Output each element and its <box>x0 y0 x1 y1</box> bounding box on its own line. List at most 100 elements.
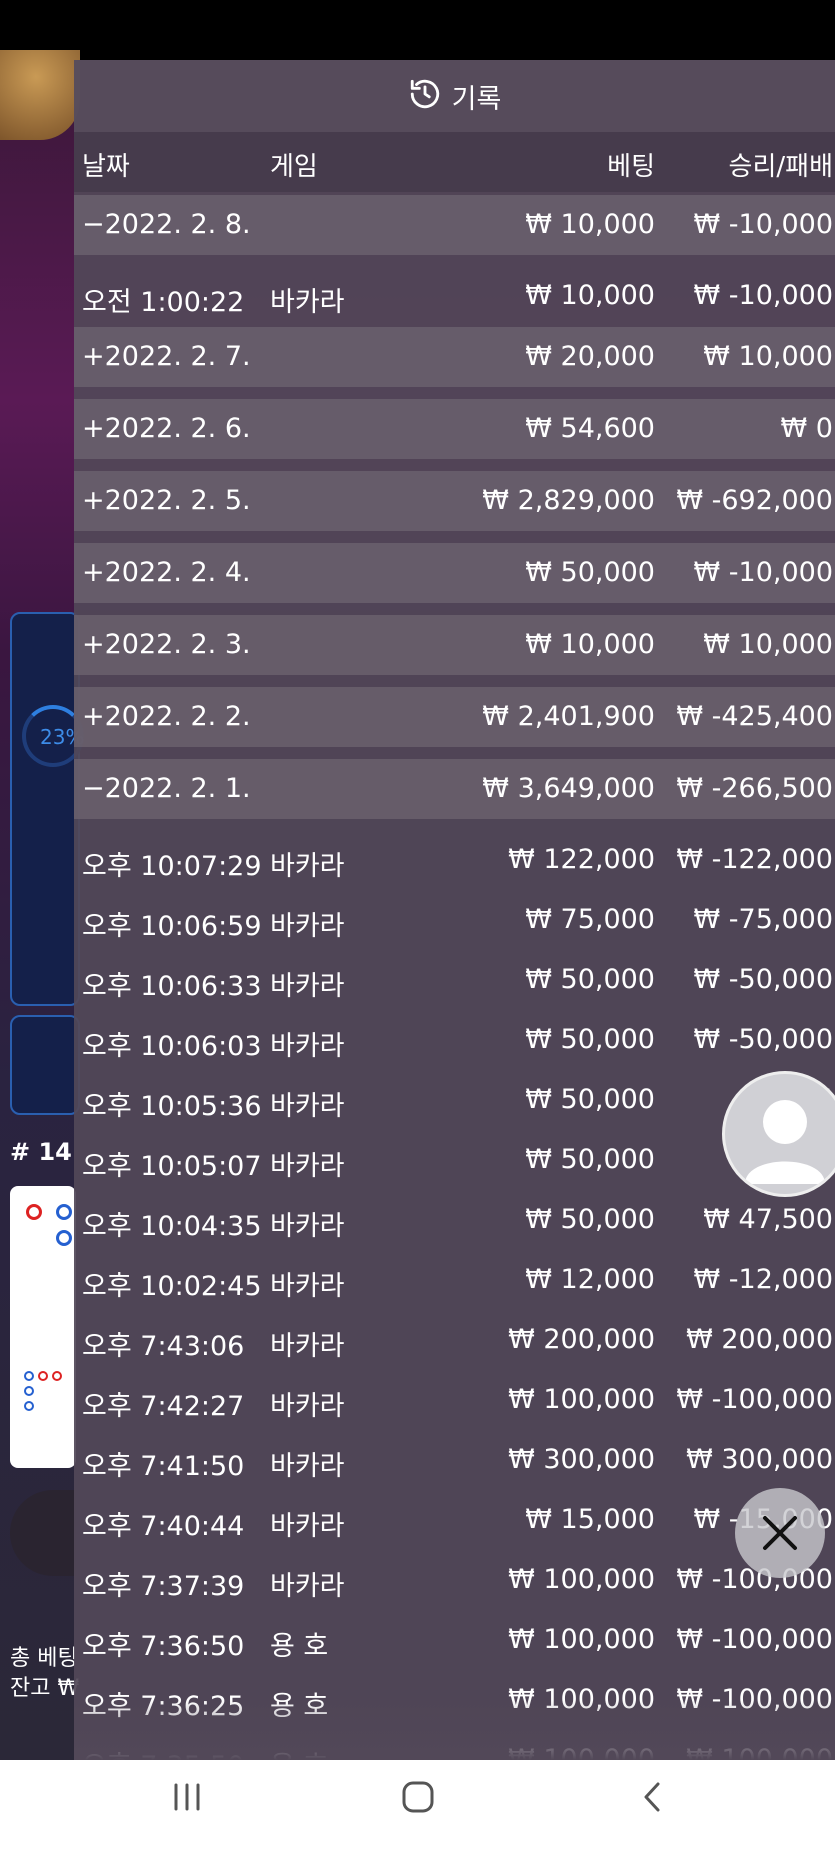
coin-decoration <box>0 50 80 140</box>
history-panel: 기록 날짜 게임 베팅 승리/패배 −2022. 2. 8. ₩ 10,000 ₩ … <box>74 60 835 1760</box>
cell-bet: ₩ 20,000 <box>525 341 655 372</box>
cell-date: +2022. 2. 2. <box>82 701 251 732</box>
cell-result: ₩ -425,400 <box>676 701 833 732</box>
cell-game: 바카라 <box>270 1031 345 1062</box>
balance-label: 잔고 ₩ <box>10 1676 80 1701</box>
history-item-row[interactable]: 오후 10:04:35 바카라 ₩ 50,000 ₩ 47,500 <box>74 1191 835 1251</box>
cell-result: ₩ -75,000 <box>693 904 834 935</box>
history-date-row[interactable]: +2022. 2. 4. ₩ 50,000 ₩ -10,000 <box>74 543 835 603</box>
cell-date: −2022. 2. 1. <box>82 773 251 804</box>
cell-bet: ₩ 50,000 <box>525 1084 655 1115</box>
history-item-row[interactable]: 오후 7:40:44바카라₩ 15,000₩ -15,000 <box>74 1491 835 1551</box>
cell-game: 바카라 <box>270 1571 345 1602</box>
cell-bet: ₩ 2,401,900 <box>482 701 655 732</box>
cell-bet: ₩ 10,000 <box>525 629 655 660</box>
history-date-row[interactable]: −2022. 2. 8. ₩ 10,000 ₩ -10,000 <box>74 195 835 255</box>
cell-bet: ₩ 75,000 <box>525 904 655 935</box>
cell-bet: ₩ 100,000 <box>508 1564 655 1595</box>
cell-date: 오후 10:05:07 <box>82 1151 262 1182</box>
column-game: 게임 <box>270 152 318 182</box>
cell-result: ₩ 10,000 <box>703 341 833 372</box>
cell-bet: ₩ 12,000 <box>525 1264 655 1295</box>
cell-date: +2022. 2. 7. <box>82 341 251 372</box>
history-item-row[interactable]: 오후 10:06:03 바카라 ₩ 50,000 ₩ -50,000 <box>74 1011 835 1071</box>
scroll-fade <box>74 1700 835 1760</box>
cell-date: +2022. 2. 3. <box>82 629 251 660</box>
bet-option-card[interactable] <box>10 1015 80 1115</box>
cell-bet: ₩ 100,000 <box>508 1624 655 1655</box>
close-button[interactable] <box>735 1488 825 1578</box>
cell-bet: ₩ 100,000 <box>508 1384 655 1415</box>
round-number: # 14 <box>10 1138 72 1166</box>
cell-result: ₩ -100,000 <box>676 1384 833 1415</box>
cell-bet: ₩ 3,649,000 <box>482 773 655 804</box>
cell-game: 바카라 <box>270 1391 345 1422</box>
history-title: 기록 <box>451 83 502 115</box>
history-titlebar: 기록 <box>74 60 835 132</box>
back-icon[interactable] <box>636 1780 670 1818</box>
roadmap-board <box>10 1186 76 1468</box>
total-bet-label: 총 베팅 <box>10 1646 78 1671</box>
history-item-row[interactable]: 오후 7:36:50 용 호 ₩ 100,000 ₩ -100,000 <box>74 1611 835 1671</box>
history-date-row[interactable]: +2022. 2. 7. ₩ 20,000 ₩ 10,000 <box>74 327 835 387</box>
history-item-row[interactable]: 오후 7:41:50 바카라 ₩ 300,000 ₩ 300,000 <box>74 1431 835 1491</box>
history-date-row[interactable]: +2022. 2. 2. ₩ 2,401,900 ₩ -425,400 <box>74 687 835 747</box>
cell-result: ₩ -122,000 <box>676 844 833 875</box>
history-item-row[interactable]: 오전 1:00:22 바카라 ₩ 10,000 ₩ -10,000 <box>74 267 835 327</box>
cell-date: 오후 10:02:45 <box>82 1271 262 1302</box>
cell-bet: ₩ 200,000 <box>508 1324 655 1355</box>
cell-date: 오후 7:40:44 <box>82 1511 245 1542</box>
cell-game: 바카라 <box>270 1151 345 1182</box>
cell-bet: ₩ 50,000 <box>525 1144 655 1175</box>
history-date-row[interactable]: +2022. 2. 5. ₩ 2,829,000 ₩ -692,000 <box>74 471 835 531</box>
cell-game: 바카라 <box>270 911 345 942</box>
bet-info-card <box>10 612 80 1006</box>
status-bar <box>0 0 835 60</box>
history-item-row[interactable]: 오후 10:06:59 바카라 ₩ 75,000 ₩ -75,000 <box>74 891 835 951</box>
history-item-row[interactable]: 오후 7:42:27 바카라 ₩ 100,000 ₩ -100,000 <box>74 1371 835 1431</box>
cell-bet: ₩ 50,000 <box>525 964 655 995</box>
cell-date: +2022. 2. 6. <box>82 413 251 444</box>
cell-result: ₩ -266,500 <box>676 773 833 804</box>
cell-bet: ₩ 54,600 <box>525 413 655 444</box>
cell-result: ₩ -12,000 <box>693 1264 834 1295</box>
cell-date: −2022. 2. 8. <box>82 209 251 240</box>
history-date-row[interactable]: +2022. 2. 3. ₩ 10,000 ₩ 10,000 <box>74 615 835 675</box>
history-item-row[interactable]: 오후 10:02:45 바카라 ₩ 12,000 ₩ -12,000 <box>74 1251 835 1311</box>
cell-date: 오후 10:07:29 <box>82 851 262 882</box>
cell-game: 바카라 <box>270 1331 345 1362</box>
history-table-header: 날짜 게임 베팅 승리/패배 <box>74 132 835 192</box>
history-icon <box>408 77 442 115</box>
history-item-row[interactable]: 오후 10:05:07바카라₩ 50,000₩ <box>74 1131 835 1191</box>
cell-date: +2022. 2. 4. <box>82 557 251 588</box>
column-result: 승리/패배 <box>728 152 833 182</box>
cell-date: 오후 10:06:59 <box>82 911 262 942</box>
cell-result: ₩ 300,000 <box>686 1444 833 1475</box>
cell-game: 바카라 <box>270 1271 345 1302</box>
cell-bet: ₩ 122,000 <box>508 844 655 875</box>
cell-date: 오후 10:04:35 <box>82 1211 262 1242</box>
cell-date: 오후 7:42:27 <box>82 1391 245 1422</box>
cell-bet: ₩ 300,000 <box>508 1444 655 1475</box>
cell-result: ₩ 10,000 <box>703 629 833 660</box>
history-item-row[interactable]: 오후 7:37:39 바카라 ₩ 100,000 ₩ -100,000 <box>74 1551 835 1611</box>
history-item-row[interactable]: 오후 10:05:36바카라₩ 50,000₩ -5 <box>74 1071 835 1131</box>
home-icon[interactable] <box>401 1780 435 1818</box>
history-item-row[interactable]: 오후 7:43:06 바카라 ₩ 200,000 ₩ 200,000 <box>74 1311 835 1371</box>
history-date-row[interactable]: +2022. 2. 6. ₩ 54,600 ₩ 0 <box>74 399 835 459</box>
history-table-body: −2022. 2. 8. ₩ 10,000 ₩ -10,000 오전 1:00:22 바… <box>74 195 835 1760</box>
cell-date: 오후 7:43:06 <box>82 1331 245 1362</box>
cell-game: 바카라 <box>270 1091 345 1122</box>
close-icon <box>763 1516 797 1550</box>
history-item-row[interactable]: 오후 10:07:29 바카라 ₩ 122,000 ₩ -122,000 <box>74 831 835 891</box>
cell-date: 오전 1:00:22 <box>82 287 245 318</box>
history-item-row[interactable]: 오후 10:06:33 바카라 ₩ 50,000 ₩ -50,000 <box>74 951 835 1011</box>
history-date-row[interactable]: −2022. 2. 1. ₩ 3,649,000 ₩ -266,500 <box>74 759 835 819</box>
cell-bet: ₩ 10,000 <box>525 280 655 311</box>
cell-result: ₩ -10,000 <box>693 280 834 311</box>
cell-date: 오후 7:41:50 <box>82 1451 245 1482</box>
cell-date: 오후 7:36:50 <box>82 1631 245 1662</box>
recent-apps-icon[interactable] <box>170 1780 204 1818</box>
cell-result: ₩ -50,000 <box>693 964 834 995</box>
cell-game: 바카라 <box>270 971 345 1002</box>
